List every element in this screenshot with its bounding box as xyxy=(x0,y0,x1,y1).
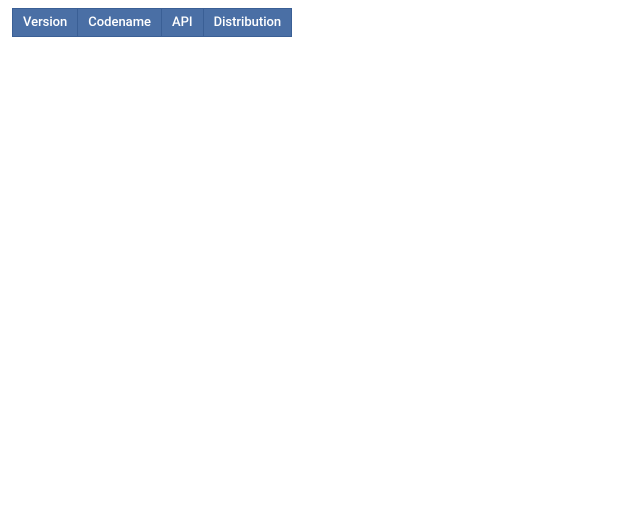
col-header-codename: Codename xyxy=(78,9,162,37)
chart-section xyxy=(302,8,628,288)
table-section: Version Codename API Distribution xyxy=(12,8,292,37)
main-container: Version Codename API Distribution xyxy=(12,8,628,288)
col-header-api: API xyxy=(161,9,203,37)
col-header-version: Version xyxy=(13,9,78,37)
col-header-distribution: Distribution xyxy=(203,9,292,37)
distribution-table: Version Codename API Distribution xyxy=(12,8,292,37)
pie-chart xyxy=(325,8,605,288)
